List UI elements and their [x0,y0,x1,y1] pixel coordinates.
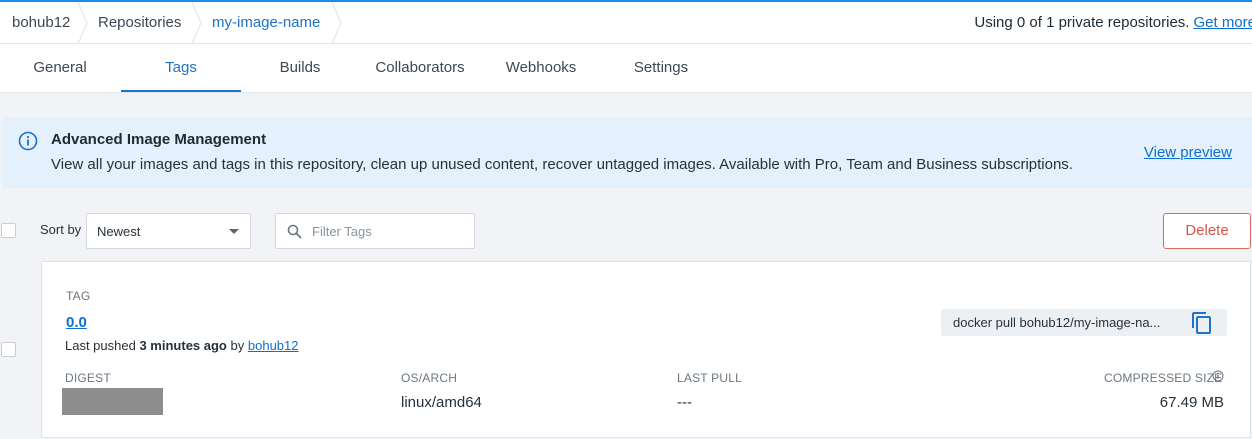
last-pushed-info: Last pushed 3 minutes ago by bohub12 [65,338,299,353]
digest-value-redacted [62,388,163,415]
breadcrumb-separator-icon [331,2,343,44]
tab-webhooks[interactable]: Webhooks [481,44,601,92]
filter-tags-input[interactable] [312,222,462,240]
digest-column-header: DIGEST [65,371,111,385]
info-icon[interactable] [1212,369,1224,382]
advanced-image-management-banner: Advanced Image Management View all your … [2,117,1252,188]
tab-bar: General Tags Builds Collaborators Webhoo… [0,44,1252,93]
chevron-down-icon [229,229,239,234]
breadcrumb-separator-icon [77,2,89,44]
breadcrumb-item-repositories[interactable]: Repositories [98,2,181,44]
tab-settings[interactable]: Settings [601,44,721,92]
pushed-time: 3 minutes ago [139,338,227,353]
os-arch-column-header: OS/ARCH [401,371,458,385]
search-icon [287,224,302,239]
breadcrumb-item-namespace[interactable]: bohub12 [12,2,70,44]
breadcrumb-item-repo[interactable]: my-image-name [212,2,320,44]
tab-general[interactable]: General [0,44,120,92]
repo-usage: Using 0 of 1 private repositories. Get mo… [974,2,1252,44]
banner-text: View all your images and tags in this re… [51,156,1073,173]
view-preview-link[interactable]: View preview [1144,144,1232,161]
tag-row-checkbox[interactable] [1,342,16,357]
sort-select-value: Newest [97,224,141,239]
tag-column-header: TAG [66,289,91,303]
top-bar: bohub12 Repositories my-image-name Using… [0,0,1252,44]
select-all-checkbox[interactable] [1,223,16,238]
pushed-prefix: Last pushed [65,338,136,353]
delete-button[interactable]: Delete [1163,213,1251,249]
banner-title: Advanced Image Management [51,131,267,148]
get-more-link[interactable]: Get more [1193,14,1252,31]
docker-pull-command: docker pull bohub12/my-image-na... [953,315,1161,330]
sort-label: Sort by [40,222,82,237]
docker-pull-command-box: docker pull bohub12/my-image-na... [941,309,1227,336]
compressed-size-column-header: COMPRESSED SIZE [1104,371,1223,385]
tab-builds[interactable]: Builds [240,44,360,92]
filter-tags-field[interactable] [275,213,475,249]
tag-name-link[interactable]: 0.0 [66,314,87,331]
tab-collaborators[interactable]: Collaborators [360,44,480,92]
last-pull-value: --- [677,394,692,411]
breadcrumb-separator-icon [191,2,203,44]
copy-icon[interactable] [1190,311,1214,335]
tab-tags[interactable]: Tags [121,44,241,92]
last-pull-column-header: LAST PULL [677,371,742,385]
tag-card: TAG 0.0 Last pushed 3 minutes ago by boh… [41,261,1251,438]
pushed-user-link[interactable]: bohub12 [248,338,299,353]
info-icon [18,131,38,151]
usage-text: Using 0 of 1 private repositories. [974,14,1190,31]
pushed-by: by [230,338,245,353]
sort-select[interactable]: Newest [86,213,251,249]
os-arch-value: linux/amd64 [401,394,482,411]
compressed-size-value: 67.49 MB [1159,394,1224,411]
